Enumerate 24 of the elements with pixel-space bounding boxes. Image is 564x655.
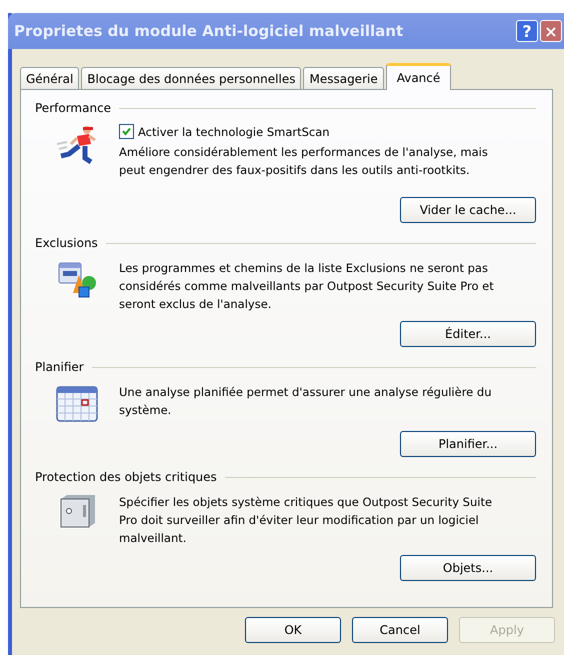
section-title: Exclusions [35, 236, 98, 250]
runner-icon [55, 124, 99, 166]
tab[interactable]: Avancé [386, 63, 452, 90]
checkbox[interactable] [119, 124, 134, 139]
help-button[interactable]: ? [516, 20, 538, 42]
dialog-button[interactable]: OK [245, 617, 341, 643]
window-title: Proprietes du module Anti-logiciel malveillant [14, 22, 404, 40]
dialog-button[interactable]: Cancel [352, 617, 448, 643]
section-description: Les programmes et chemins de la liste Exclusions ne seront pas considérés comme malveillants par Outpost Security Suite Pro et seront exclus de l'analyse. [119, 260, 495, 313]
section-title: Planifier [35, 360, 84, 374]
section-button[interactable]: Vider le cache... [400, 197, 536, 223]
section-description: Améliore considérablement les performances de l'analyse, mais peut engendrer des faux-positifs dans les outils anti-rootkits. [119, 144, 489, 179]
checkbox-label: Activer la technologie SmartScan [138, 124, 330, 138]
section-title: Performance [35, 101, 112, 115]
section-title: Protection des objets critiques [35, 470, 217, 484]
section-description: Une analyse planifiée permet d'assurer une analyse régulière du système. [119, 384, 492, 419]
tab[interactable]: Messagerie [303, 67, 384, 89]
section-description: Spécifier les objets système critiques que Outpost Security Suite Pro doit surveiller afin d'éviter leur modification par un logiciel malveillant. [119, 494, 494, 547]
section-button[interactable]: Éditer... [400, 321, 536, 347]
close-button[interactable]: × [540, 20, 562, 42]
section-button[interactable]: Objets... [400, 555, 536, 581]
tab[interactable]: Général [20, 67, 80, 89]
tab[interactable]: Blocage des données personnelles [81, 67, 302, 89]
section-button[interactable]: Planifier... [400, 431, 536, 457]
